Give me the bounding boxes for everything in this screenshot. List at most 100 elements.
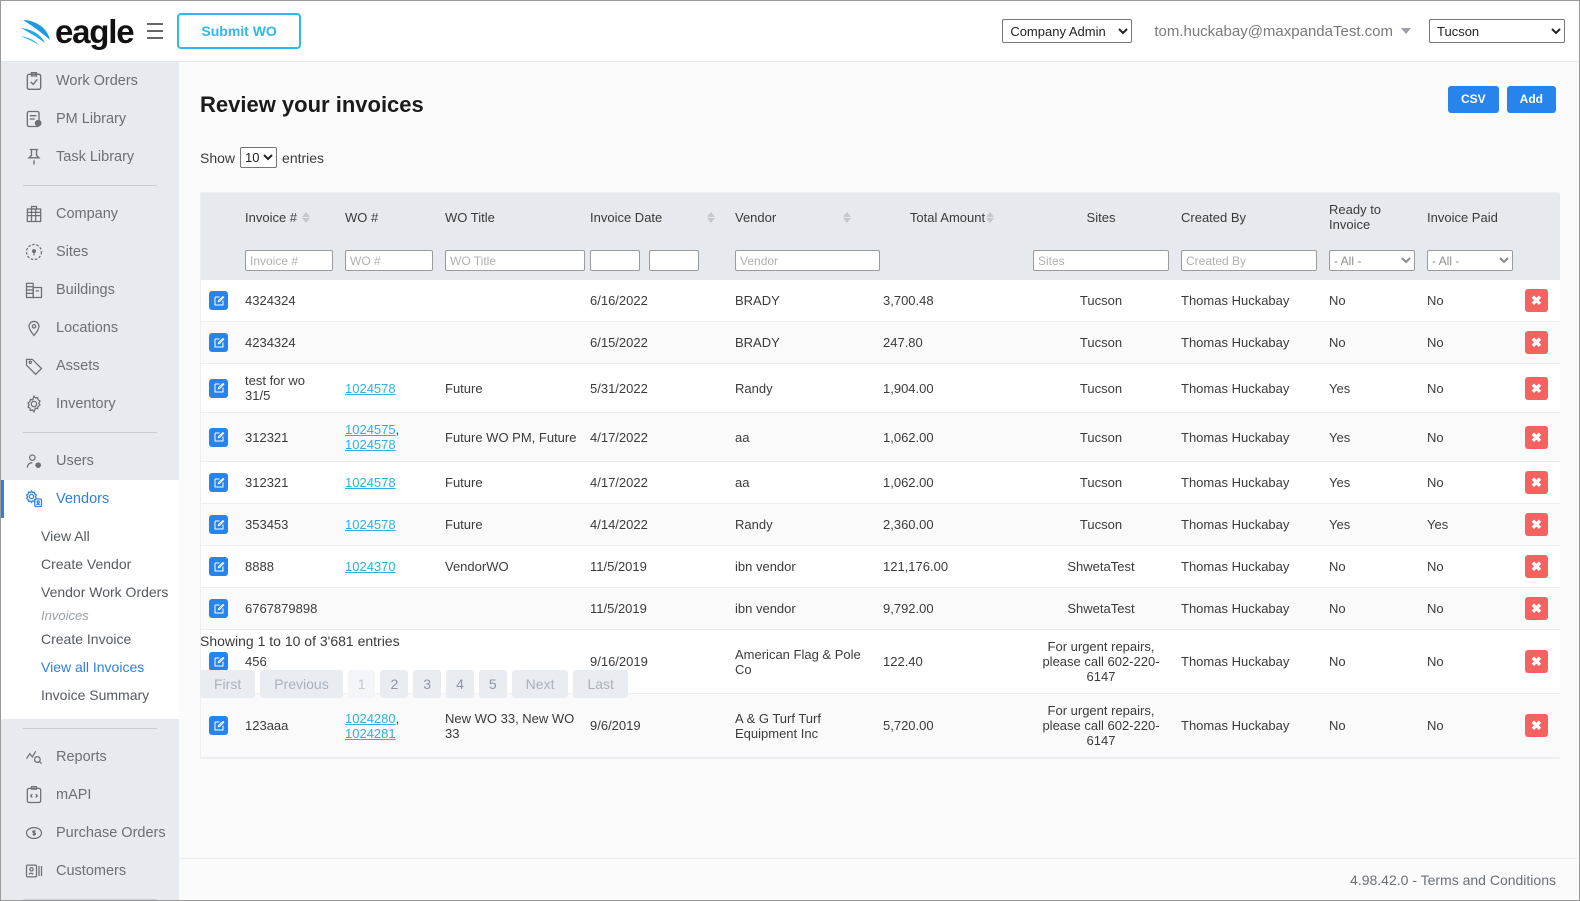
delete-x-icon[interactable]: ✖: [1525, 714, 1548, 737]
pagination-page-2[interactable]: 2: [380, 670, 409, 698]
site-select[interactable]: Tucson: [1429, 19, 1565, 43]
sidebar-item-customers[interactable]: Customers: [1, 852, 179, 890]
sidebar-item-purchase-orders[interactable]: Purchase Orders: [1, 814, 179, 852]
sidebar-item-company[interactable]: Company: [1, 195, 179, 233]
edit-pencil-icon[interactable]: [209, 427, 228, 447]
pagination-page-1[interactable]: 1: [347, 670, 376, 698]
delete-x-icon[interactable]: ✖: [1525, 376, 1548, 400]
th-invoice-number[interactable]: Invoice #: [239, 193, 339, 241]
submenu-item-create-invoice[interactable]: Create Invoice: [1, 625, 179, 653]
filter-invoice-number-input[interactable]: [245, 250, 333, 271]
page-size-select[interactable]: 10: [240, 147, 278, 168]
filter-invoice-date-to-input[interactable]: [649, 250, 699, 271]
filter-wo-title-input[interactable]: [445, 250, 585, 271]
table-row[interactable]: 353453 1024578 Future 4/14/2022 Randy 2,360.0…: [201, 503, 1560, 546]
table-row[interactable]: 4234324 6/15/2022 BRADY 247.80 Tucson Thomas …: [201, 321, 1560, 364]
edit-pencil-icon[interactable]: [209, 333, 228, 352]
pagination-first[interactable]: First: [200, 670, 256, 698]
sort-icon[interactable]: [986, 211, 995, 223]
submenu-item-view-all[interactable]: View All: [1, 522, 179, 550]
delete-x-icon[interactable]: ✖: [1525, 555, 1548, 578]
table-row[interactable]: test for wo 31/5 1024578 Future 5/31/2022 Ra…: [201, 363, 1560, 413]
delete-x-icon[interactable]: ✖: [1525, 471, 1548, 494]
pagination-page-5[interactable]: 5: [478, 670, 507, 698]
th-invoice-paid[interactable]: Invoice Paid: [1421, 193, 1519, 241]
table-row[interactable]: 123aaa 1024280, 1024281 New WO 33, New WO …: [201, 693, 1560, 758]
table-row[interactable]: 6767879898 11/5/2019 ibn vendor 9,792.00 Shw…: [201, 587, 1560, 630]
wo-link[interactable]: 1024280: [345, 711, 396, 726]
sidebar-item-users[interactable]: Users: [1, 442, 179, 480]
th-wo-title[interactable]: WO Title: [439, 193, 584, 241]
delete-x-icon[interactable]: ✖: [1525, 289, 1548, 312]
csv-export-button[interactable]: CSV: [1447, 86, 1499, 113]
pagination-next[interactable]: Next: [511, 670, 569, 698]
submenu-item-invoice-summary[interactable]: Invoice Summary: [1, 681, 179, 709]
filter-sites-input[interactable]: [1033, 250, 1169, 271]
filter-wo-number-input[interactable]: [345, 250, 433, 271]
table-row[interactable]: 312321 1024575, 1024578 Future WO PM, Futu…: [201, 412, 1560, 462]
hamburger-icon[interactable]: [147, 23, 164, 39]
sidebar-item-sites[interactable]: Sites: [1, 233, 179, 271]
wo-link[interactable]: 1024578: [345, 475, 396, 490]
pagination-last[interactable]: Last: [573, 670, 628, 698]
filter-created-by-input[interactable]: [1181, 250, 1317, 271]
sort-icon[interactable]: [707, 211, 716, 223]
wo-link[interactable]: 1024575: [345, 422, 396, 437]
delete-x-icon[interactable]: ✖: [1525, 425, 1548, 449]
th-vendor[interactable]: Vendor: [729, 193, 877, 241]
filter-vendor-input[interactable]: [735, 250, 880, 271]
chevron-down-icon[interactable]: [1401, 28, 1411, 34]
sidebar-item-buildings[interactable]: Buildings: [1, 271, 179, 309]
sidebar-item-mapi[interactable]: mAPI: [1, 776, 179, 814]
add-invoice-button[interactable]: Add: [1506, 86, 1556, 113]
th-invoice-date[interactable]: Invoice Date: [584, 193, 729, 241]
delete-x-icon[interactable]: ✖: [1525, 331, 1548, 354]
wo-link[interactable]: 1024370: [345, 559, 396, 574]
pagination-page-3[interactable]: 3: [413, 670, 442, 698]
sort-icon[interactable]: [302, 211, 311, 223]
sidebar-item-task-library[interactable]: Task Library: [1, 138, 179, 176]
brand-logo[interactable]: eagle: [19, 1, 135, 61]
sidebar-item-inventory[interactable]: Inventory: [1, 385, 179, 423]
sort-icon[interactable]: [843, 211, 852, 223]
edit-pencil-icon[interactable]: [209, 599, 228, 618]
delete-x-icon[interactable]: ✖: [1525, 597, 1548, 620]
filter-invoice-paid-select[interactable]: - All -: [1427, 250, 1513, 271]
th-sites[interactable]: Sites: [1027, 193, 1175, 241]
edit-pencil-icon[interactable]: [209, 291, 228, 310]
table-row[interactable]: 8888 1024370 VendorWO 11/5/2019 ibn vendor 12…: [201, 545, 1560, 588]
wo-link[interactable]: 1024578: [345, 381, 396, 396]
delete-x-icon[interactable]: ✖: [1525, 513, 1548, 536]
th-total-amount[interactable]: Total Amount: [877, 193, 1027, 241]
sidebar-item-pm-library[interactable]: PM Library: [1, 100, 179, 138]
th-wo-number[interactable]: WO #: [339, 193, 439, 241]
sidebar-item-vendors[interactable]: Vendors: [1, 480, 179, 518]
submenu-item-view-all-invoices[interactable]: View all Invoices: [1, 653, 179, 681]
delete-x-icon[interactable]: ✖: [1525, 650, 1548, 673]
th-created-by[interactable]: Created By: [1175, 193, 1323, 241]
pagination-previous[interactable]: Previous: [260, 670, 343, 698]
wo-link[interactable]: 1024281: [345, 726, 396, 741]
sidebar-item-reports[interactable]: Reports: [1, 738, 179, 776]
th-ready-to-invoice[interactable]: Ready to Invoice: [1323, 193, 1421, 241]
role-select[interactable]: Company Admin: [1002, 19, 1133, 43]
submenu-item-create-vendor[interactable]: Create Vendor: [1, 550, 179, 578]
sidebar-item-assets[interactable]: Assets: [1, 347, 179, 385]
edit-pencil-icon[interactable]: [209, 557, 228, 576]
edit-pencil-icon[interactable]: [209, 716, 228, 735]
edit-pencil-icon[interactable]: [209, 515, 228, 534]
table-row[interactable]: 4324324 6/16/2022 BRADY 3,700.48 Tucson Thoma…: [201, 280, 1560, 322]
submenu-item-vendor-work-orders[interactable]: Vendor Work Orders: [1, 578, 179, 606]
filter-invoice-date-from-input[interactable]: [590, 250, 640, 271]
edit-pencil-icon[interactable]: [209, 652, 228, 671]
filter-ready-to-invoice-select[interactable]: - All -: [1329, 250, 1415, 271]
pagination-page-4[interactable]: 4: [446, 670, 474, 698]
edit-pencil-icon[interactable]: [209, 473, 228, 492]
sidebar-item-locations[interactable]: Locations: [1, 309, 179, 347]
sidebar-item-work-orders[interactable]: Work Orders: [1, 62, 179, 100]
table-row[interactable]: 312321 1024578 Future 4/17/2022 aa 1,062.00 Tu…: [201, 461, 1560, 504]
footer-version-terms[interactable]: 4.98.42.0 - Terms and Conditions: [1350, 872, 1556, 888]
wo-link[interactable]: 1024578: [345, 437, 396, 452]
wo-link[interactable]: 1024578: [345, 517, 396, 532]
edit-pencil-icon[interactable]: [209, 378, 228, 398]
